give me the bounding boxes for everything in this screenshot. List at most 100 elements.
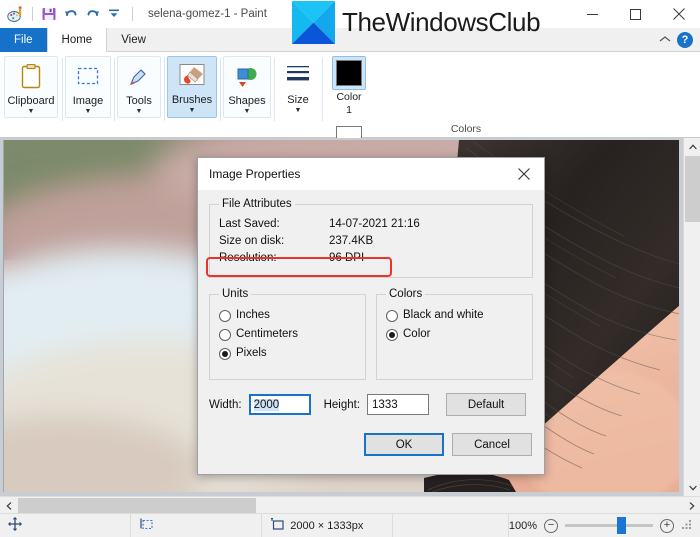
size-label: Size <box>287 94 308 106</box>
save-icon[interactable] <box>41 6 58 23</box>
chevron-down-icon[interactable]: ▼ <box>295 107 302 115</box>
ribbon-group-shapes: Shapes ▼ <box>220 52 274 137</box>
chevron-down-icon[interactable]: ▼ <box>244 108 251 116</box>
scroll-right-button[interactable] <box>683 497 700 514</box>
image-button[interactable]: Image ▼ <box>66 57 110 117</box>
undo-icon[interactable] <box>63 6 80 23</box>
watermark-logo: TheWindowsClub <box>292 1 540 44</box>
zoom-in-button[interactable]: + <box>660 519 674 533</box>
customize-qat-icon[interactable] <box>107 6 124 23</box>
clipboard-icon <box>14 61 48 93</box>
tab-home[interactable]: Home <box>47 28 108 52</box>
clipboard-button[interactable]: Clipboard ▼ <box>4 57 58 117</box>
radio-pixels-icon[interactable] <box>219 348 231 360</box>
radio-inches-icon[interactable] <box>219 310 231 322</box>
tools-button[interactable]: Tools ▼ <box>118 57 160 117</box>
radio-centimeters-label: Centimeters <box>236 325 298 344</box>
vertical-scroll-thumb[interactable] <box>685 156 700 222</box>
resize-grip-icon[interactable] <box>681 519 692 533</box>
zoom-level-label: 100% <box>509 520 537 532</box>
color1-swatch <box>336 60 362 86</box>
chevron-down-icon[interactable]: ▼ <box>136 108 143 116</box>
ribbon-tab-right-controls: ? <box>659 28 700 51</box>
ok-button[interactable]: OK <box>364 433 444 456</box>
file-attributes-legend: File Attributes <box>219 198 295 210</box>
shapes-icon <box>230 61 264 93</box>
move-cursor-icon <box>8 517 22 534</box>
close-button[interactable] <box>657 0 700 28</box>
chevron-up-icon[interactable] <box>659 34 671 46</box>
ribbon-group-clipboard: Clipboard ▼ <box>0 52 62 137</box>
width-input[interactable]: 2000 <box>249 394 311 415</box>
dialog-close-button[interactable] <box>504 158 544 190</box>
qat-divider <box>32 7 33 21</box>
radio-centimeters-icon[interactable] <box>219 329 231 341</box>
watermark-text: TheWindowsClub <box>342 7 540 38</box>
units-group: Units Inches Centimeters Pixels <box>209 288 366 380</box>
brush-icon <box>175 60 209 92</box>
shapes-button[interactable]: Shapes ▼ <box>224 57 270 117</box>
scroll-up-button[interactable] <box>684 138 700 155</box>
radio-pixels[interactable]: Pixels <box>219 344 356 363</box>
colors-group-dialog: Colors Black and white Color <box>376 288 533 380</box>
radio-color[interactable]: Color <box>386 325 523 344</box>
zoom-slider[interactable] <box>565 524 653 527</box>
vertical-scrollbar[interactable] <box>683 138 700 496</box>
ribbon-group-image: Image ▼ <box>62 52 114 137</box>
size-button[interactable]: Size ▼ <box>275 56 321 116</box>
size-lines-icon <box>281 60 315 92</box>
default-button[interactable]: Default <box>446 393 526 416</box>
width-input-value: 2000 <box>254 399 280 411</box>
radio-black-and-white-label: Black and white <box>403 306 484 325</box>
window-controls <box>571 0 700 28</box>
image-size-text: 2000 × 1333px <box>290 520 363 532</box>
status-bar: 2000 × 1333px 100% − + <box>0 513 700 537</box>
zoom-slider-thumb[interactable] <box>617 517 626 534</box>
radio-centimeters[interactable]: Centimeters <box>219 325 356 344</box>
radio-color-icon[interactable] <box>386 329 398 341</box>
ribbon-group-colors: Color 1 Color 2 <box>322 52 700 137</box>
height-input[interactable]: 1333 <box>367 394 429 415</box>
color1-slot: Color 1 <box>329 56 369 116</box>
units-legend: Units <box>219 288 251 300</box>
dialog-button-row: OK Cancel <box>209 433 533 456</box>
radio-pixels-label: Pixels <box>236 344 267 363</box>
paint-icon[interactable] <box>7 6 24 23</box>
thewindowsclub-logo-icon <box>292 1 335 44</box>
horizontal-scrollbar[interactable] <box>0 496 700 513</box>
tab-file[interactable]: File <box>0 28 47 52</box>
scroll-left-button[interactable] <box>0 497 17 514</box>
minimize-button[interactable] <box>571 0 614 28</box>
radio-black-and-white-icon[interactable] <box>386 310 398 322</box>
chevron-down-icon[interactable]: ▼ <box>85 108 92 116</box>
cancel-button[interactable]: Cancel <box>452 433 532 456</box>
help-icon[interactable]: ? <box>677 32 693 48</box>
image-size-icon <box>270 517 285 534</box>
shapes-label: Shapes <box>228 95 265 107</box>
radio-color-label: Color <box>403 325 430 344</box>
horizontal-scroll-thumb[interactable] <box>18 498 256 513</box>
clipboard-label: Clipboard <box>7 95 54 107</box>
color1-label-line1: Color <box>336 91 361 103</box>
chevron-down-icon[interactable]: ▼ <box>189 107 196 115</box>
redo-icon[interactable] <box>85 6 102 23</box>
attribute-row-size-on-disk: Size on disk: 237.4KB <box>219 233 523 250</box>
zoom-out-button[interactable]: − <box>544 519 558 533</box>
radio-inches[interactable]: Inches <box>219 306 356 325</box>
ribbon: Clipboard ▼ Image ▼ <box>0 52 700 138</box>
size-fields-row: Width: 2000 Height: 1333 Default <box>209 393 533 416</box>
qat-divider-2 <box>132 7 133 21</box>
scroll-down-button[interactable] <box>684 479 700 496</box>
chevron-down-icon[interactable]: ▼ <box>28 108 35 116</box>
status-selection-size <box>131 514 262 537</box>
tab-view[interactable]: View <box>107 28 160 52</box>
width-label: Width: <box>209 399 242 411</box>
color1-button[interactable] <box>332 56 366 90</box>
radio-black-and-white[interactable]: Black and white <box>386 306 523 325</box>
brushes-button[interactable]: Brushes ▼ <box>167 56 217 118</box>
radio-inches-label: Inches <box>236 306 270 325</box>
last-saved-key: Last Saved: <box>219 216 329 233</box>
maximize-button[interactable] <box>614 0 657 28</box>
height-input-value: 1333 <box>372 399 398 411</box>
image-label: Image <box>73 95 104 107</box>
